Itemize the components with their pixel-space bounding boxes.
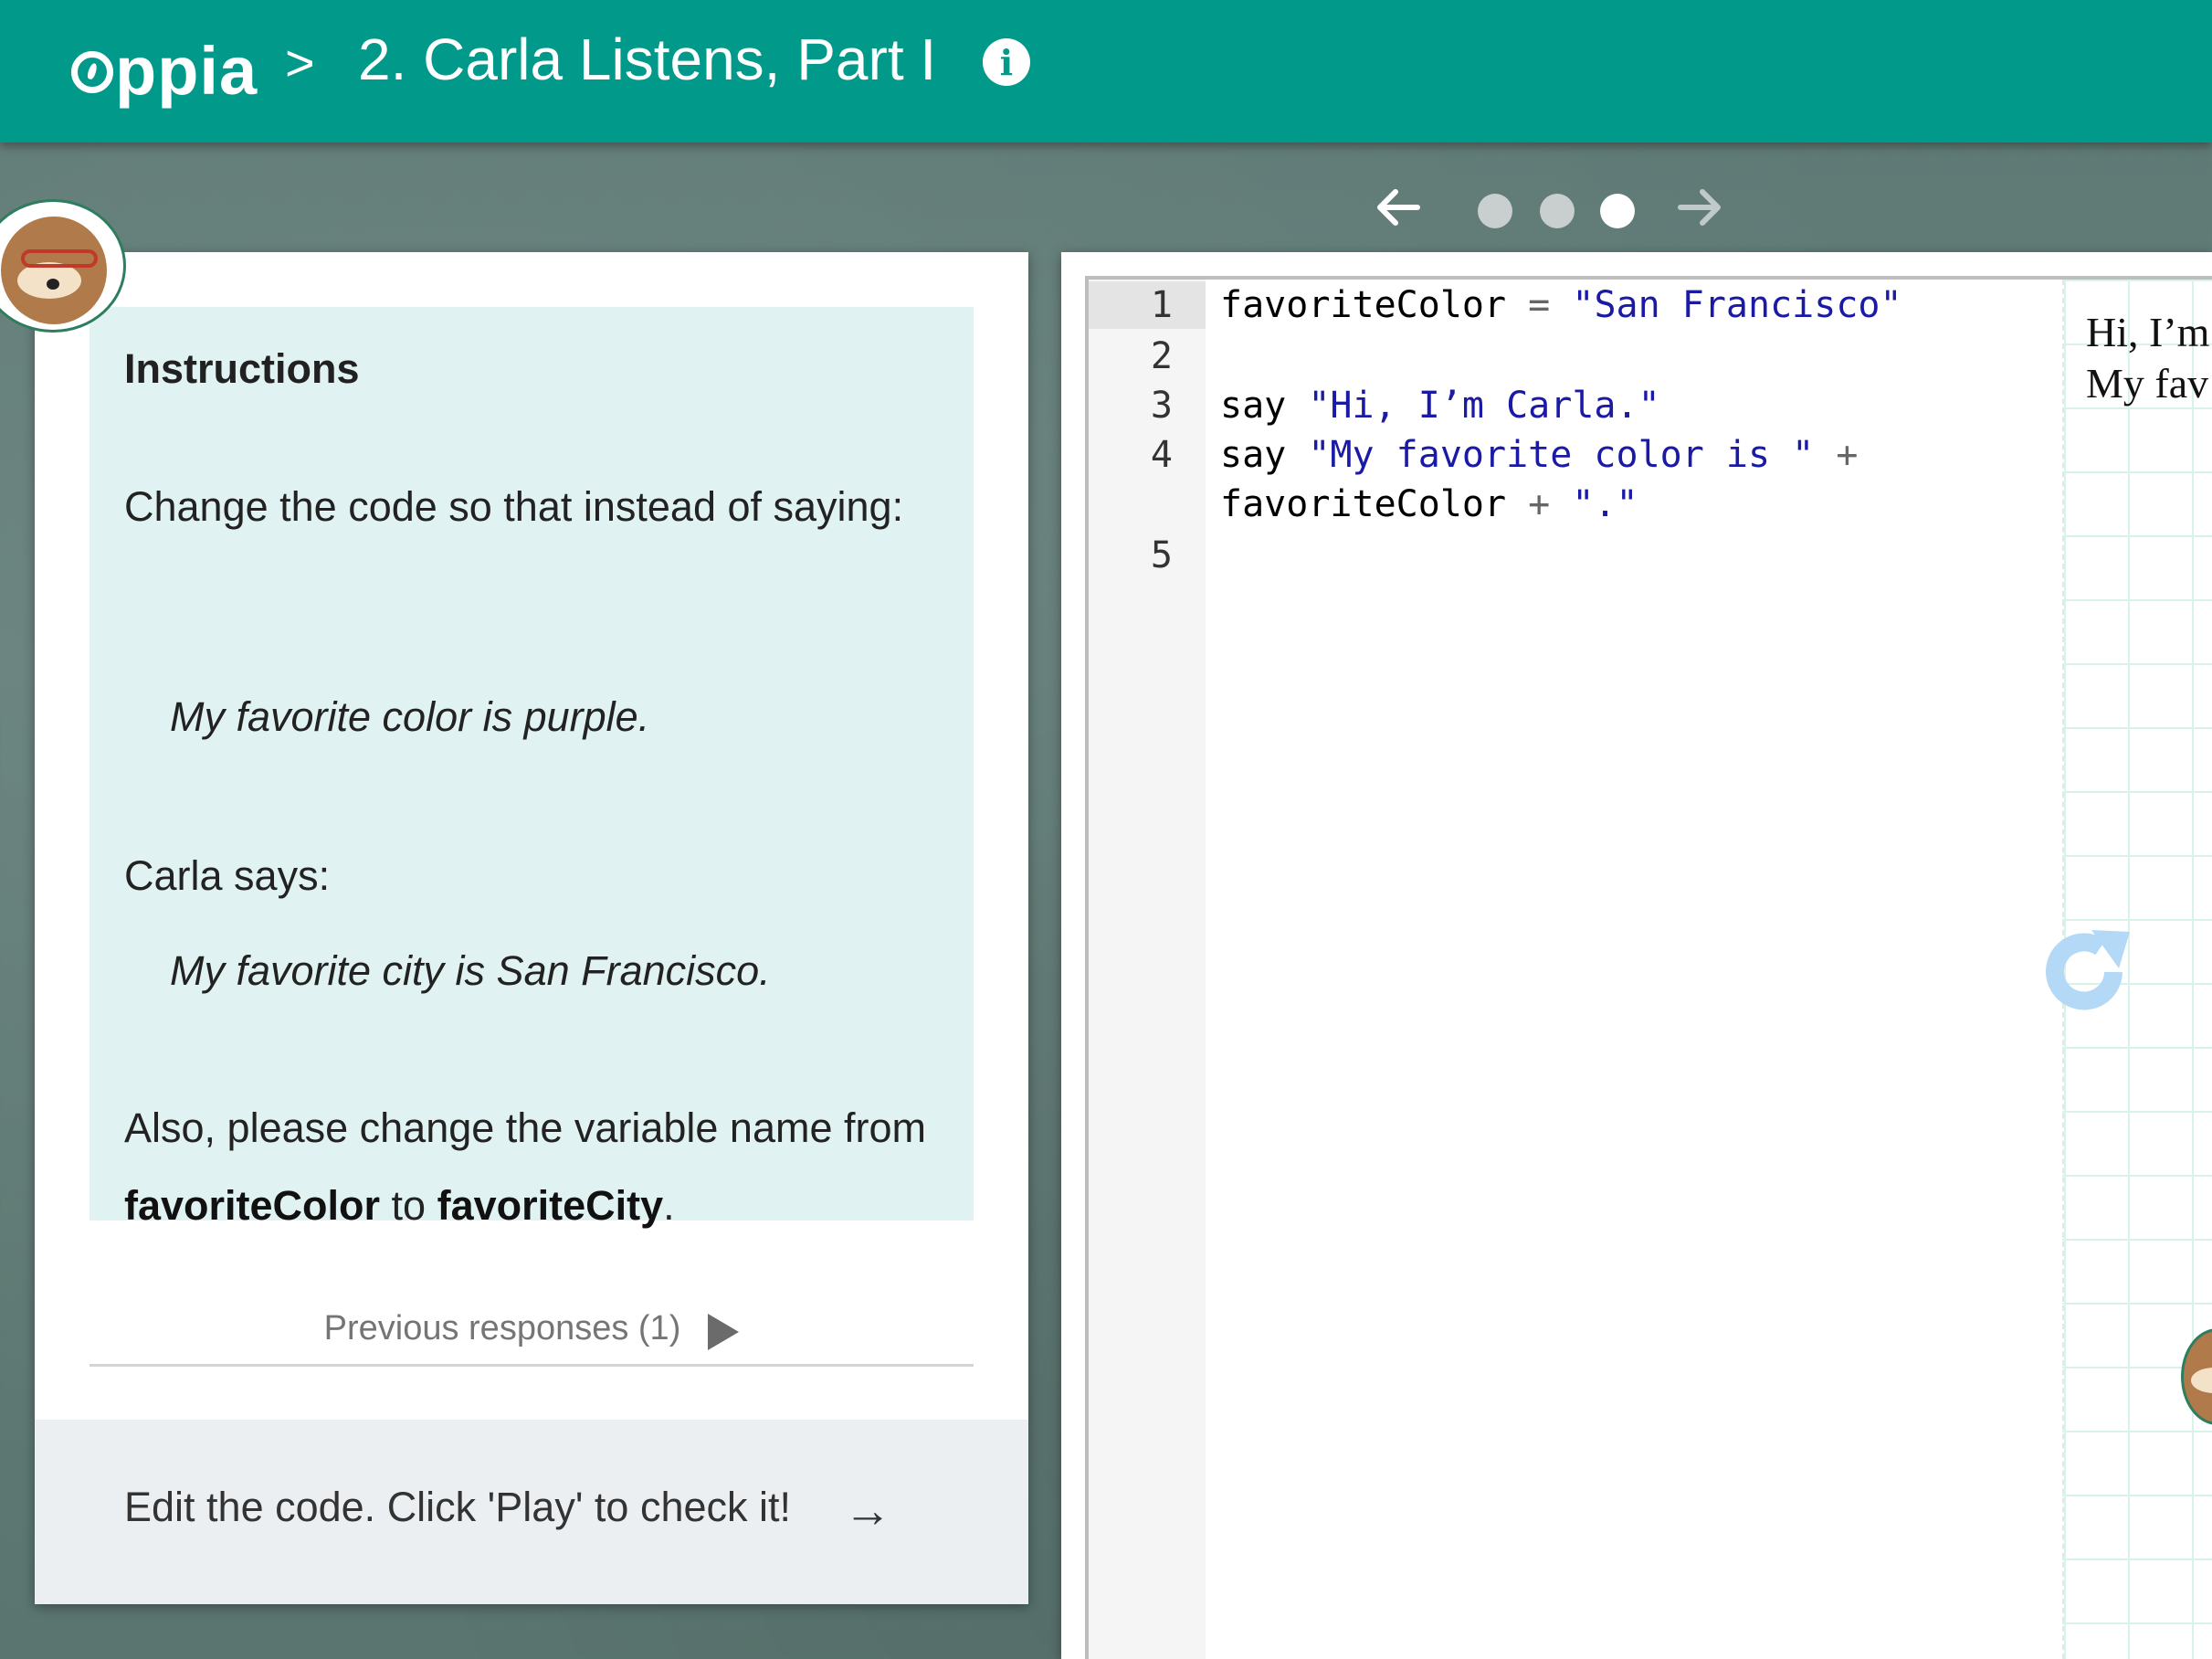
code-editor[interactable]: 1 2 3 4 5 favoriteColor = "San Francisco… — [1085, 276, 2212, 1659]
code-interaction-panel: 1 2 3 4 5 favoriteColor = "San Francisco… — [1061, 252, 2212, 1659]
code-line-1[interactable]: favoriteColor = "San Francisco" — [1220, 281, 1902, 329]
breadcrumb-separator: > — [285, 34, 315, 91]
instructions-box — [90, 307, 974, 1220]
p3-start: Also, please change the variable name fr… — [124, 1104, 927, 1151]
instructions-paragraph-3: Also, please change the variable name fr… — [124, 1089, 928, 1244]
code-string: "Hi, I’m Carla." — [1308, 385, 1660, 427]
var-favorite-color: favoriteColor — [124, 1182, 381, 1229]
play-triangle-icon — [708, 1313, 740, 1350]
code-operator: + — [1528, 483, 1551, 525]
reload-icon[interactable] — [2035, 923, 2133, 1021]
line-number: 5 — [1150, 534, 1173, 576]
code-ident: favoriteColor — [1220, 284, 1507, 326]
code-string: "San Francisco" — [1572, 284, 1902, 326]
instructions-title: Instructions — [124, 345, 360, 392]
code-line-4[interactable]: say "My favorite color is " + — [1220, 431, 1858, 479]
oppia-logo[interactable]: ppia — [71, 20, 258, 121]
previous-responses-toggle[interactable]: Previous responses (1) — [90, 1294, 974, 1367]
code-keyword: say — [1220, 385, 1287, 427]
arrow-right-icon[interactable] — [1671, 179, 1728, 236]
oppia-logo-icon — [71, 51, 113, 93]
logo-text: ppia — [115, 32, 258, 109]
top-header: ppia > 2. Carla Listens, Part I i — [0, 0, 2212, 143]
output-text: Hi, I’m My fav — [2086, 307, 2212, 409]
code-operator: + — [1836, 434, 1859, 476]
output-line-1: Hi, I’m — [2086, 309, 2210, 355]
pager-dot-3-active[interactable] — [1600, 194, 1635, 228]
p3-mid: to — [380, 1182, 437, 1229]
line-gutter — [1089, 280, 1206, 1659]
avatar-nose — [47, 279, 59, 290]
code-string: "." — [1572, 483, 1638, 525]
p3-end: . — [663, 1182, 675, 1229]
input-prompt-bar: Edit the code. Click 'Play' to check it!… — [35, 1420, 1028, 1604]
line-number: 2 — [1150, 335, 1173, 377]
output-line-2: My fav — [2086, 360, 2209, 407]
code-ident: favoriteColor — [1220, 483, 1507, 525]
page-title: 2. Carla Listens, Part I — [358, 26, 937, 92]
instructions-quote-2: My favorite city is San Francisco. — [170, 947, 771, 994]
carla-mini-avatar — [2181, 1328, 2212, 1425]
previous-responses-label: Previous responses (1) — [323, 1309, 681, 1347]
instructions-paragraph-1: Change the code so that instead of sayin… — [124, 483, 904, 530]
line-number: 3 — [1150, 385, 1173, 427]
arrow-right-icon: → — [844, 1485, 891, 1537]
code-line-4-wrap[interactable]: favoriteColor + "." — [1220, 481, 1638, 528]
input-prompt-text: Edit the code. Click 'Play' to check it! — [124, 1484, 791, 1530]
arrow-left-icon[interactable] — [1370, 179, 1427, 236]
var-favorite-city: favoriteCity — [437, 1182, 664, 1229]
instructions-quote-1: My favorite color is purple. — [170, 693, 650, 740]
avatar-face — [1, 217, 107, 324]
code-string: "My favorite color is " — [1308, 434, 1815, 476]
pager-dot-2[interactable] — [1540, 194, 1575, 228]
info-icon[interactable]: i — [983, 38, 1030, 86]
avatar-glasses — [21, 249, 98, 268]
line-number: 1 — [1089, 281, 1206, 329]
code-keyword: say — [1220, 434, 1287, 476]
code-line-3[interactable]: say "Hi, I’m Carla." — [1220, 382, 1660, 429]
instructions-paragraph-2: Carla says: — [124, 852, 331, 899]
pager-dot-1[interactable] — [1478, 194, 1512, 228]
code-operator: = — [1528, 284, 1551, 326]
line-number: 4 — [1150, 434, 1173, 476]
conversation-card: Instructions Change the code so that ins… — [0, 199, 1028, 1604]
